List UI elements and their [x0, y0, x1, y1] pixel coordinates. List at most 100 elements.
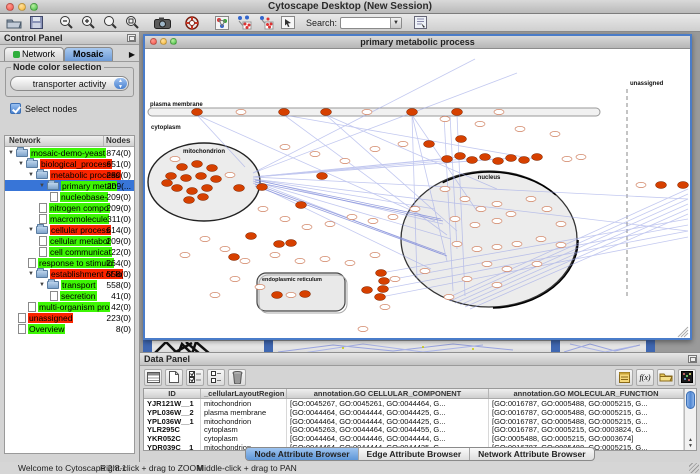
- select-nodes-checkbox[interactable]: [10, 103, 21, 114]
- table-row[interactable]: YLR295Ccytoplasm[GO:0045263, GO:0044464,…: [144, 425, 684, 434]
- status-pan-hint: Middle-click + drag to PAN: [197, 463, 297, 473]
- region-plasma-membrane[interactable]: plasma membrane: [148, 102, 600, 116]
- leaf-icon: [18, 324, 26, 334]
- tree-item-unassigned[interactable]: unassigned223(0): [5, 312, 134, 323]
- save-icon[interactable]: [26, 15, 46, 31]
- unselect-attributes-icon[interactable]: [207, 369, 225, 386]
- tree-header-nodes: Nodes: [104, 136, 134, 146]
- new-attribute-icon[interactable]: [165, 369, 183, 386]
- tree-item-primary-metabolic[interactable]: ▼primary metab209(...: [5, 180, 134, 191]
- zoom-fit-icon[interactable]: [100, 15, 120, 31]
- svg-text:plasma membrane: plasma membrane: [150, 102, 203, 108]
- data-panel-title: Data Panel: [144, 354, 190, 364]
- node-color-selection-group: Node color selection transporter activit…: [5, 67, 134, 97]
- zoom-in-icon[interactable]: [78, 15, 98, 31]
- leaf-icon: [28, 258, 36, 268]
- table-row[interactable]: YJR121W__1mitochondrion[GO:0045267, GO:0…: [144, 399, 684, 408]
- background-window-3[interactable]: [560, 340, 646, 352]
- folder-icon: [36, 226, 48, 234]
- tab-network[interactable]: Network: [4, 47, 64, 61]
- tree-item-overview[interactable]: Overview8(0): [5, 323, 134, 334]
- zoom-selected-icon[interactable]: [122, 15, 142, 31]
- table-row[interactable]: YPL036W__1mitochondrion[GO:0044464, GO:0…: [144, 417, 684, 426]
- col-header-molecular-function[interactable]: annotation.GO MOLECULAR_FUNCTION: [489, 389, 684, 398]
- search-options-icon[interactable]: [410, 15, 430, 31]
- table-row[interactable]: YPL036W__2plasma membrane[GO:0044464, GO…: [144, 408, 684, 417]
- network-graph: plasma membrane cytoplasm mitochondrion …: [145, 49, 690, 338]
- network-window-titlebar[interactable]: primary metabolic process: [145, 36, 690, 49]
- open-folder-icon[interactable]: [4, 15, 24, 31]
- tab-mosaic[interactable]: Mosaic: [64, 47, 113, 61]
- attribute-browser-tabs: Node Attribute Browser Edge Attribute Br…: [245, 447, 594, 461]
- main-toolbar: Search: ▼: [0, 14, 700, 32]
- network-window-title: primary metabolic process: [145, 37, 690, 47]
- col-header-id[interactable]: ID: [144, 389, 201, 398]
- col-header-cellular-component[interactable]: annotation.GO CELLULAR_COMPONENT: [287, 389, 489, 398]
- import-attributes-icon[interactable]: [657, 369, 675, 386]
- dropdown-stepper-icon: ▲▼: [114, 78, 127, 89]
- leaf-icon: [50, 291, 58, 301]
- attribute-editor-icon[interactable]: [615, 369, 633, 386]
- tabs-overflow-arrow[interactable]: ▶: [129, 50, 137, 61]
- folder-icon: [26, 160, 38, 168]
- tree-item-macromolecule[interactable]: macromolecule311(0): [5, 213, 134, 224]
- svg-text:endoplasmic reticulum: endoplasmic reticulum: [262, 277, 322, 283]
- region-label-cytoplasm: cytoplasm: [151, 125, 181, 131]
- annotation-icon[interactable]: [278, 15, 298, 31]
- tree-item-nitrogen-compound[interactable]: nitrogen compo209(0): [5, 202, 134, 213]
- tree-item-cellular-process[interactable]: ▼cellular process614(0): [5, 224, 134, 235]
- tab-network-attribute-browser[interactable]: Network Attribute Browser: [470, 448, 593, 460]
- tree-item-establishment-of-localization[interactable]: ▼establishment of lo558(0): [5, 268, 134, 279]
- search-dropdown-arrow[interactable]: ▼: [390, 18, 401, 28]
- background-window-overview[interactable]: [152, 340, 264, 352]
- vizmapper-icon[interactable]: [212, 15, 232, 31]
- zoom-out-icon[interactable]: [56, 15, 76, 31]
- scrollbar-thumb[interactable]: [686, 391, 695, 409]
- col-header-region[interactable]: _cellularLayoutRegion: [201, 389, 287, 398]
- float-panel-icon[interactable]: [688, 355, 697, 363]
- window-titlebar[interactable]: Cytoscape Desktop (New Session): [0, 0, 700, 14]
- mdi-desktop: primary metabolic process plasma membran…: [140, 32, 700, 352]
- tree-item-metabolic-process[interactable]: ▼metabolic process280(0): [5, 169, 134, 180]
- help-lifesaver-icon[interactable]: [182, 15, 202, 31]
- search-input[interactable]: ▼: [340, 17, 402, 29]
- svg-text:mitochondrion: mitochondrion: [183, 149, 225, 155]
- tree-item-mosaic-demo-yeast[interactable]: ▼mosaic-demo-yeast874(0): [5, 147, 134, 158]
- svg-text:unassigned: unassigned: [630, 81, 664, 87]
- window-resize-grip[interactable]: [689, 463, 699, 473]
- cytoscape-desktop: Cytoscape Desktop (New Session): [0, 0, 700, 474]
- tree-item-transport[interactable]: ▼transport558(0): [5, 279, 134, 290]
- background-window-2[interactable]: [273, 340, 551, 352]
- attribute-table-icon[interactable]: [144, 369, 162, 386]
- network-view-window[interactable]: primary metabolic process plasma membran…: [143, 34, 692, 340]
- network-canvas[interactable]: plasma membrane cytoplasm mitochondrion …: [145, 49, 690, 338]
- select-attributes-icon[interactable]: [186, 369, 204, 386]
- float-panel-icon[interactable]: [127, 34, 136, 42]
- tree-item-biological-process[interactable]: ▼biological_process651(0): [5, 158, 134, 169]
- folder-icon: [47, 281, 59, 289]
- tree-item-cell-communication[interactable]: cell communicat22(0): [5, 246, 134, 257]
- table-scrollbar[interactable]: ▲▼: [684, 389, 696, 450]
- tree-item-secretion[interactable]: secretion41(0): [5, 290, 134, 301]
- tab-edge-attribute-browser[interactable]: Edge Attribute Browser: [359, 448, 471, 460]
- table-row[interactable]: YKR052Ccytoplasm[GO:0044464, GO:0044446,…: [144, 434, 684, 443]
- tree-header-network: Network: [5, 136, 104, 146]
- folder-icon: [16, 149, 28, 157]
- node-color-dropdown[interactable]: transporter activity ▲▼: [10, 76, 129, 91]
- region-unassigned: unassigned: [627, 81, 664, 299]
- tree-item-nucleobase[interactable]: nucleobase-209(0): [5, 191, 134, 202]
- snapshot-camera-icon[interactable]: [152, 15, 172, 31]
- control-panel-title: Control Panel: [4, 33, 63, 43]
- tree-item-cellular-metabolic[interactable]: cellular metabol209(0): [5, 235, 134, 246]
- delete-attribute-icon[interactable]: [228, 369, 246, 386]
- function-builder-icon[interactable]: f(x): [636, 369, 654, 386]
- tree-item-multi-organism-process[interactable]: multi-organism pro42(0): [5, 301, 134, 312]
- layout-nodes-b-icon[interactable]: [256, 15, 276, 31]
- tree-item-response-to-stimulus[interactable]: response to stimulu264(0): [5, 257, 134, 268]
- attribute-matrix-icon[interactable]: [678, 369, 696, 386]
- control-panel: Control Panel Network Mosaic ▶ Node colo…: [0, 32, 140, 462]
- leaf-icon: [39, 247, 47, 257]
- layout-nodes-a-icon[interactable]: [234, 15, 254, 31]
- canvas-resize-grip[interactable]: [678, 327, 688, 337]
- tab-node-attribute-browser[interactable]: Node Attribute Browser: [246, 448, 358, 460]
